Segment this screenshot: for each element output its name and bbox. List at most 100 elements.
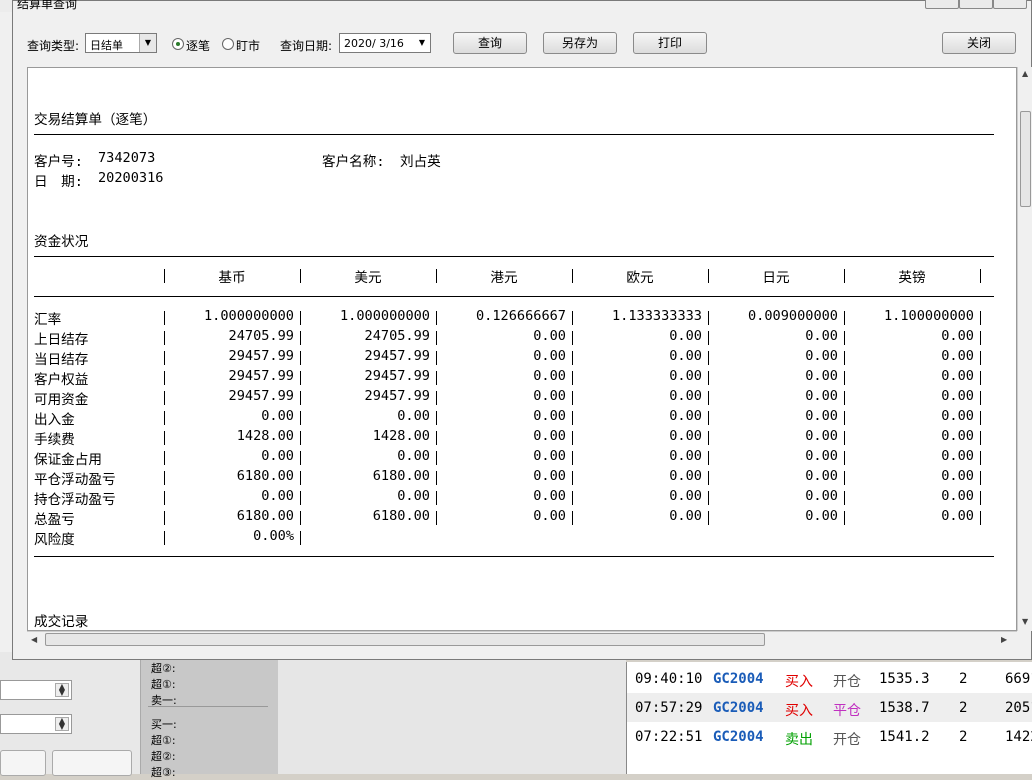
dialog-title: 结算单查询 [17,0,78,11]
horizontal-scroll-thumb[interactable] [45,633,765,646]
tick-time: 07:22:51 [635,729,703,745]
column-separator [436,351,437,365]
close-button[interactable]: 关闭 [942,32,1016,54]
funds-cell: 0.00 [397,408,430,424]
currency-header: 日元 [762,270,790,286]
spinner-arrows-icon[interactable]: ▲ ▼ [55,717,69,731]
price-spinner[interactable]: ▲ ▼ [0,680,72,700]
vertical-scroll-thumb[interactable] [1020,111,1031,207]
column-separator [436,491,437,505]
currency-header: 港元 [490,270,518,286]
funds-cell: 0.00 [941,488,974,504]
funds-cell: 29457.99 [364,348,430,364]
report-view[interactable]: 交易结算单（逐笔） 客户号: 7342073 客户名称: 刘占英 日 期: 20… [27,67,1017,631]
close-icon[interactable] [993,0,1027,9]
column-separator [300,331,301,345]
funds-cell: 0.00 [261,488,294,504]
column-separator [844,351,845,365]
column-separator [572,411,573,425]
tick-row[interactable]: 07:57:29 GC2004 买入 平仓 1538.7 2 2051 [627,693,1032,722]
column-separator [844,391,845,405]
scroll-down-icon[interactable]: ▼ [1022,617,1028,626]
chevron-down-icon[interactable]: ▼ [414,34,430,52]
column-separator [844,511,845,525]
column-separator [572,371,573,385]
column-separator [844,331,845,345]
column-separator [844,471,845,485]
funds-cell: 0.00 [261,408,294,424]
funds-cell: 0.00 [805,368,838,384]
save-as-button[interactable]: 另存为 [543,32,617,54]
column-separator [164,471,165,485]
horizontal-scrollbar[interactable]: ◀ ▶ [27,631,1017,647]
column-separator [300,391,301,405]
funds-row-label: 可用资金 [34,392,89,408]
scroll-left-icon[interactable]: ◀ [31,635,37,644]
funds-row-label: 客户权益 [34,372,89,388]
tick-row[interactable]: 07:22:51 GC2004 卖出 开仓 1541.2 2 1422 [627,722,1032,751]
radio-mark-to-market-label[interactable]: 盯市 [236,37,260,54]
column-separator [572,331,573,345]
depth-label: 超①: [151,734,176,747]
column-separator [300,511,301,525]
funds-cell: 0.00 [805,348,838,364]
funds-cell: 0.00% [253,528,294,544]
currency-header: 欧元 [626,270,654,286]
divider [34,556,994,557]
funds-row-label: 出入金 [34,412,75,428]
order-button-2[interactable] [52,750,132,776]
funds-row-label: 持仓浮动盈亏 [34,492,116,508]
radio-by-trade-label[interactable]: 逐笔 [186,37,210,54]
column-separator [708,371,709,385]
funds-cell: 0.00 [533,508,566,524]
column-separator [980,491,981,505]
funds-cell: 29457.99 [228,348,294,364]
column-separator [572,351,573,365]
query-type-select[interactable]: 日结单 ▼ [85,33,157,53]
funds-cell: 0.00 [805,428,838,444]
funds-cell: 0.00 [533,448,566,464]
order-button-1[interactable] [0,750,46,776]
maximize-icon[interactable] [959,0,993,9]
scroll-up-icon[interactable]: ▲ [1022,69,1028,78]
column-separator [572,471,573,485]
funds-cell: 6180.00 [236,508,294,524]
radio-by-trade[interactable] [172,38,184,50]
query-date-picker[interactable]: 2020/ 3/16 ▼ [339,33,431,53]
scroll-right-icon[interactable]: ▶ [1001,635,1007,644]
divider [34,134,994,135]
tick-price: 1541.2 [879,729,930,745]
minimize-icon[interactable] [925,0,959,9]
report-title: 交易结算单（逐笔） [34,112,157,128]
depth-label: 超②: [151,662,176,675]
column-separator [436,411,437,425]
query-type-value: 日结单 [90,39,123,52]
vertical-scrollbar[interactable]: ▲ ▼ [1017,67,1032,631]
funds-cell: 0.00 [941,428,974,444]
column-separator [436,511,437,525]
spinner-arrows-icon[interactable]: ▲ ▼ [55,683,69,697]
quantity-spinner[interactable]: ▲ ▼ [0,714,72,734]
query-type-label: 查询类型: [27,39,80,53]
report-date: 20200316 [98,170,164,186]
column-separator [980,391,981,405]
column-separator [300,431,301,445]
funds-cell: 1.133333333 [611,308,702,324]
funds-cell: 0.00 [533,348,566,364]
date-label: 日 期: [34,174,83,190]
tick-offset: 开仓 [833,732,861,748]
column-separator [980,269,981,283]
column-separator [708,491,709,505]
print-button[interactable]: 打印 [633,32,707,54]
tick-symbol: GC2004 [713,700,764,716]
chevron-down-icon[interactable]: ▼ [139,34,156,52]
funds-row-label: 保证金占用 [34,452,102,468]
radio-mark-to-market[interactable] [222,38,234,50]
tick-row[interactable]: 09:40:10 GC2004 买入 开仓 1535.3 2 6691 [627,664,1032,693]
depth-divider [148,706,268,707]
tick-price: 1535.3 [879,671,930,687]
funds-row-label: 汇率 [34,312,62,328]
column-separator [708,411,709,425]
funds-cell: 0.00 [669,428,702,444]
query-button[interactable]: 查询 [453,32,527,54]
